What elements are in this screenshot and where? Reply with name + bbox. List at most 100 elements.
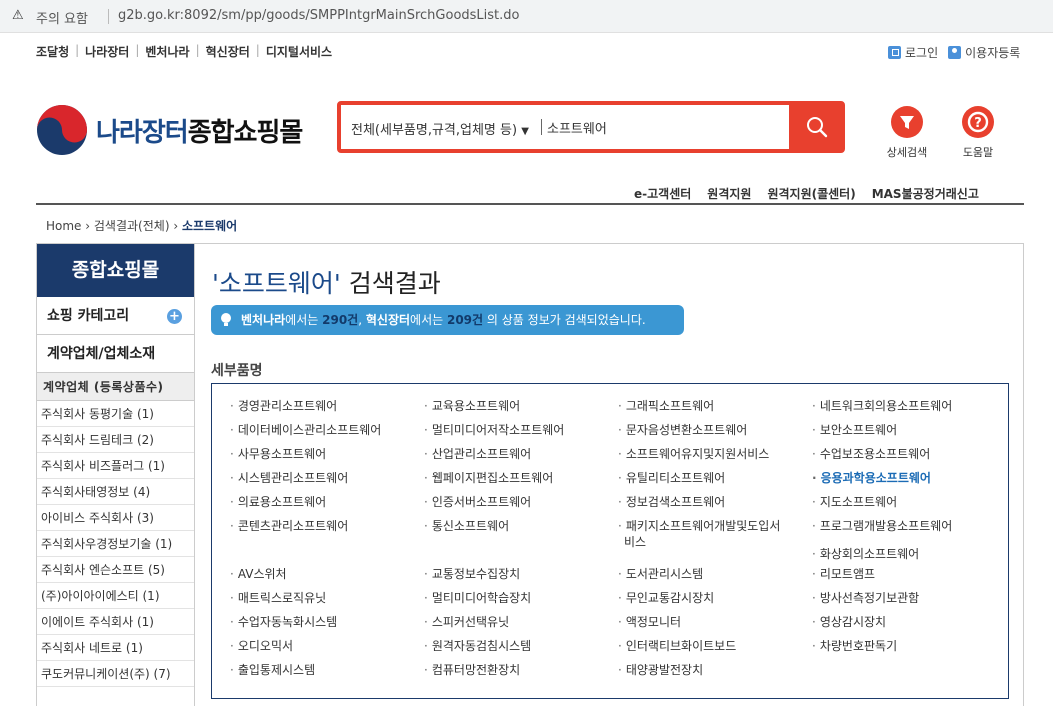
divider: | (195, 43, 200, 57)
top-link-narajangteo[interactable]: 나라장터 (85, 43, 129, 60)
link-remote-support[interactable]: 원격지원 (707, 185, 751, 202)
divider: | (135, 43, 140, 57)
category-item[interactable]: 멀티미디어학습장치 (424, 590, 531, 606)
search-keyword: '소프트웨어' (212, 269, 341, 298)
sidebar-menu-shopping-category[interactable]: 쇼핑 카테고리 + (37, 297, 194, 335)
login-link[interactable]: 로그인 (905, 44, 938, 61)
url-text[interactable]: g2b.go.kr:8092/sm/pp/goods/SMPPIntgrMain… (118, 8, 519, 23)
chevron-right-icon: › (85, 219, 94, 233)
register-link[interactable]: 이용자등록 (965, 44, 1020, 61)
link-remote-support-call[interactable]: 원격지원(콜센터) (767, 185, 855, 202)
chevron-down-icon: ▼ (521, 126, 529, 137)
page-title: '소프트웨어' 검색결과 (212, 264, 441, 300)
category-item[interactable]: 방사선측정기보관함 (812, 590, 919, 606)
category-item[interactable]: 태양광발전장치 (618, 662, 703, 678)
top-link-venture[interactable]: 벤처나라 (145, 43, 189, 60)
help-button[interactable]: ? 도움말 (948, 106, 1008, 160)
category-item[interactable]: 사무용소프트웨어 (230, 446, 326, 462)
category-item[interactable]: 시스템관리소프트웨어 (230, 470, 348, 486)
category-item[interactable]: 무인교통감시장치 (618, 590, 714, 606)
category-item[interactable]: 의료용소프트웨어 (230, 494, 326, 510)
category-item[interactable]: 컴퓨터망전환장치 (424, 662, 520, 678)
section-title: 세부품명 (211, 363, 263, 379)
breadcrumb-current: 소프트웨어 (181, 219, 238, 233)
browser-address-bar[interactable]: ⚠ 주의 요함 g2b.go.kr:8092/sm/pp/goods/SMPPI… (0, 0, 1053, 33)
help-label: 도움말 (962, 146, 994, 159)
category-item[interactable]: 정보검색소프트웨어 (618, 494, 725, 510)
category-item[interactable]: 도서관리시스템 (618, 566, 703, 582)
category-item[interactable]: 소프트웨어유지및지원서비스 (618, 446, 770, 462)
search-category-select[interactable]: 전체(세부품명,규격,업체명 등) ▼ (351, 119, 529, 138)
contractor-item[interactable]: 주식회사 비즈플러그 (1) (37, 453, 194, 479)
category-item[interactable]: 화상회의소프트웨어 (812, 546, 919, 562)
category-item[interactable]: 보안소프트웨어 (812, 422, 897, 438)
contractor-item[interactable]: 주식회사 동평기술 (1) (37, 401, 194, 427)
category-item[interactable]: 원격자동검침시스템 (424, 638, 531, 654)
category-item[interactable]: 인터랙티브화이트보드 (618, 638, 736, 654)
search-bar: 전체(세부품명,규격,업체명 등) ▼ (337, 101, 845, 153)
category-item[interactable]: 유틸리티소프트웨어 (618, 470, 725, 486)
category-item[interactable]: 멀티미디어저작소프트웨어 (424, 422, 564, 438)
category-item[interactable]: 출입통제시스템 (230, 662, 315, 678)
category-item[interactable]: 수업보조용소프트웨어 (812, 446, 930, 462)
top-link-pps[interactable]: 조달청 (36, 43, 69, 60)
link-mas-report[interactable]: MAS불공정거래신고 (872, 185, 979, 202)
category-item[interactable]: 인증서버소프트웨어 (424, 494, 531, 510)
contractor-item[interactable]: 주식회사태영정보 (4) (37, 479, 194, 505)
category-item[interactable]: 그래픽소프트웨어 (618, 398, 714, 414)
taegeuk-logo-icon (37, 105, 87, 155)
category-item[interactable]: 웹페이지편집소프트웨어 (424, 470, 553, 486)
question-icon: ? (962, 106, 994, 138)
breadcrumb-search-results[interactable]: 검색결과(전체) (94, 219, 170, 233)
search-button[interactable] (789, 105, 845, 149)
category-item[interactable]: 차량번호판독기 (812, 638, 897, 654)
filter-icon (891, 106, 923, 138)
divider (108, 9, 109, 24)
divider (541, 119, 542, 135)
category-item[interactable]: 수업자동녹화시스템 (230, 614, 337, 630)
user-icon (948, 46, 962, 59)
top-link-innovation[interactable]: 혁신장터 (206, 43, 250, 60)
category-item[interactable]: 스피커선택유닛 (424, 614, 509, 630)
contractor-item[interactable]: (주)아이아이에스티 (1) (37, 583, 194, 609)
category-item-wrap[interactable]: 비스 (624, 534, 646, 550)
category-item[interactable]: 리모트앰프 (812, 566, 875, 582)
detail-search-button[interactable]: 상세검색 (877, 106, 937, 160)
contractor-item[interactable]: 아이비스 주식회사 (3) (37, 505, 194, 531)
category-item[interactable]: 프로그램개발용소프트웨어 (812, 518, 952, 534)
category-item[interactable]: 영상감시장치 (812, 614, 886, 630)
category-item[interactable]: 패키지소프트웨어개발및도입서 (618, 518, 781, 534)
site-logo[interactable]: 나라장터종합쇼핑몰 (36, 104, 303, 156)
category-item[interactable]: 매트릭스로직유닛 (230, 590, 326, 606)
top-link-digital[interactable]: 디지털서비스 (266, 43, 332, 60)
contractor-item[interactable]: 주식회사 엔슨소프트 (5) (37, 557, 194, 583)
category-item[interactable]: 액정모니터 (618, 614, 681, 630)
sidebar-menu-contractors[interactable]: 계약업체/업체소재 (37, 335, 194, 373)
account-links: 로그인 이용자등록 (888, 44, 1020, 61)
category-item[interactable]: 네트워크회의용소프트웨어 (812, 398, 952, 414)
category-item[interactable]: 산업관리소프트웨어 (424, 446, 531, 462)
category-item[interactable]: AV스위처 (230, 566, 287, 582)
top-links: 조달청 | 나라장터 | 벤처나라 | 혁신장터 | 디지털서비스 (36, 43, 332, 60)
category-item[interactable]: 응용과학용소프트웨어 (812, 470, 931, 486)
contractor-item[interactable]: 주식회사 네트로 (1) (37, 635, 194, 661)
contractor-item[interactable]: 이에이트 주식회사 (1) (37, 609, 194, 635)
link-e-customer-center[interactable]: e-고객센터 (634, 185, 691, 202)
chevron-right-icon: › (173, 219, 182, 233)
category-item[interactable]: 콘텐츠관리소프트웨어 (230, 518, 348, 534)
category-item[interactable]: 지도소프트웨어 (812, 494, 897, 510)
category-item[interactable]: 통신소프트웨어 (424, 518, 509, 534)
plus-icon[interactable]: + (167, 309, 182, 324)
search-input[interactable] (547, 115, 787, 139)
category-item[interactable]: 교통정보수집장치 (424, 566, 520, 582)
category-item[interactable]: 문자음성변환소프트웨어 (618, 422, 747, 438)
contractor-item[interactable]: 주식회사우경정보기술 (1) (37, 531, 194, 557)
contractor-item[interactable]: 쿠도커뮤니케이션(주) (7) (37, 661, 194, 687)
contractor-item[interactable]: 주식회사 드림테크 (2) (37, 427, 194, 453)
category-item[interactable]: 경영관리소프트웨어 (230, 398, 337, 414)
category-item[interactable]: 교육용소프트웨어 (424, 398, 520, 414)
category-item[interactable]: 오디오믹서 (230, 638, 293, 654)
result-notice: 벤처나라에서는 290건, 혁신장터에서는 209건 의 상품 정보가 검색되었… (211, 305, 684, 335)
category-item[interactable]: 데이터베이스관리소프트웨어 (230, 422, 382, 438)
breadcrumb-home[interactable]: Home (46, 219, 81, 233)
